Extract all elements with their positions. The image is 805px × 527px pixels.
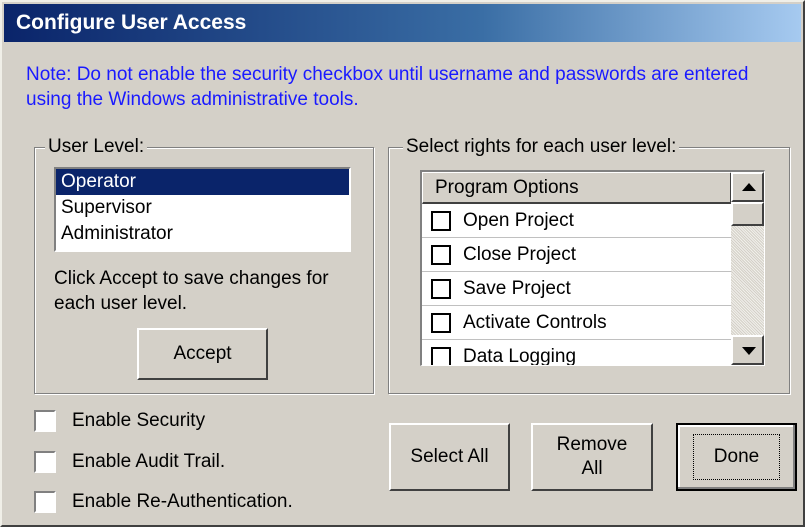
- open-project-label: Open Project: [463, 210, 574, 231]
- save-project-checkbox[interactable]: [431, 279, 451, 299]
- arrow-up-icon: [742, 183, 756, 191]
- scroll-thumb[interactable]: [731, 202, 764, 226]
- option-row-data-logging[interactable]: Data Logging: [422, 340, 732, 366]
- security-note: Note: Do not enable the security checkbo…: [26, 64, 749, 110]
- user-level-item-administrator[interactable]: Administrator: [56, 221, 349, 247]
- accept-button-label: Accept: [173, 343, 232, 364]
- close-project-checkbox[interactable]: [431, 245, 451, 265]
- options-scrollbar[interactable]: [731, 172, 764, 365]
- select-all-label: Select All: [410, 446, 489, 467]
- scroll-up-button[interactable]: [731, 172, 764, 202]
- program-options-header[interactable]: Program Options: [422, 172, 732, 204]
- done-button[interactable]: Done: [676, 423, 797, 491]
- close-project-label: Close Project: [463, 244, 576, 265]
- arrow-down-icon: [742, 347, 756, 355]
- enable-security-checkbox[interactable]: [34, 410, 56, 432]
- enable-audit-trail-checkbox[interactable]: [34, 451, 56, 473]
- enable-audit-trail-label: Enable Audit Trail.: [72, 451, 226, 472]
- save-project-label: Save Project: [463, 278, 571, 299]
- open-project-checkbox[interactable]: [431, 211, 451, 231]
- accept-hint: Click Accept to save changes for each us…: [54, 268, 329, 314]
- data-logging-label: Data Logging: [463, 346, 577, 366]
- enable-security-label: Enable Security: [72, 410, 206, 431]
- option-row-open-project[interactable]: Open Project: [422, 204, 732, 238]
- option-row-save-project[interactable]: Save Project: [422, 272, 732, 306]
- done-button-label: Done: [692, 434, 781, 480]
- remove-all-button[interactable]: Remove All: [531, 423, 653, 491]
- user-level-item-operator[interactable]: Operator: [56, 169, 349, 195]
- user-level-item-supervisor[interactable]: Supervisor: [56, 195, 349, 221]
- dialog-title: Configure User Access: [4, 4, 801, 42]
- enable-reauthentication-checkbox[interactable]: [34, 491, 56, 513]
- activate-controls-checkbox[interactable]: [431, 313, 451, 333]
- select-all-button[interactable]: Select All: [389, 423, 510, 491]
- option-row-activate-controls[interactable]: Activate Controls: [422, 306, 732, 340]
- configure-user-access-dialog: Configure User Access Note: Do not enabl…: [0, 0, 805, 527]
- accept-button[interactable]: Accept: [137, 328, 268, 380]
- user-level-listbox[interactable]: Operator Supervisor Administrator: [54, 167, 351, 252]
- option-row-close-project[interactable]: Close Project: [422, 238, 732, 272]
- data-logging-checkbox[interactable]: [431, 347, 451, 365]
- program-options-grid: Program Options Open Project Close Proje…: [420, 170, 765, 366]
- enable-reauthentication-label: Enable Re-Authentication.: [72, 491, 293, 512]
- scroll-down-button[interactable]: [731, 335, 764, 365]
- user-level-group-label: User Level:: [45, 135, 148, 159]
- remove-all-label-line1: Remove: [556, 434, 628, 455]
- rights-group-label: Select rights for each user level:: [403, 135, 680, 159]
- remove-all-label-line2: All: [581, 458, 603, 479]
- program-options-rows: Open Project Close Project Save Project …: [422, 204, 732, 366]
- activate-controls-label: Activate Controls: [463, 312, 607, 333]
